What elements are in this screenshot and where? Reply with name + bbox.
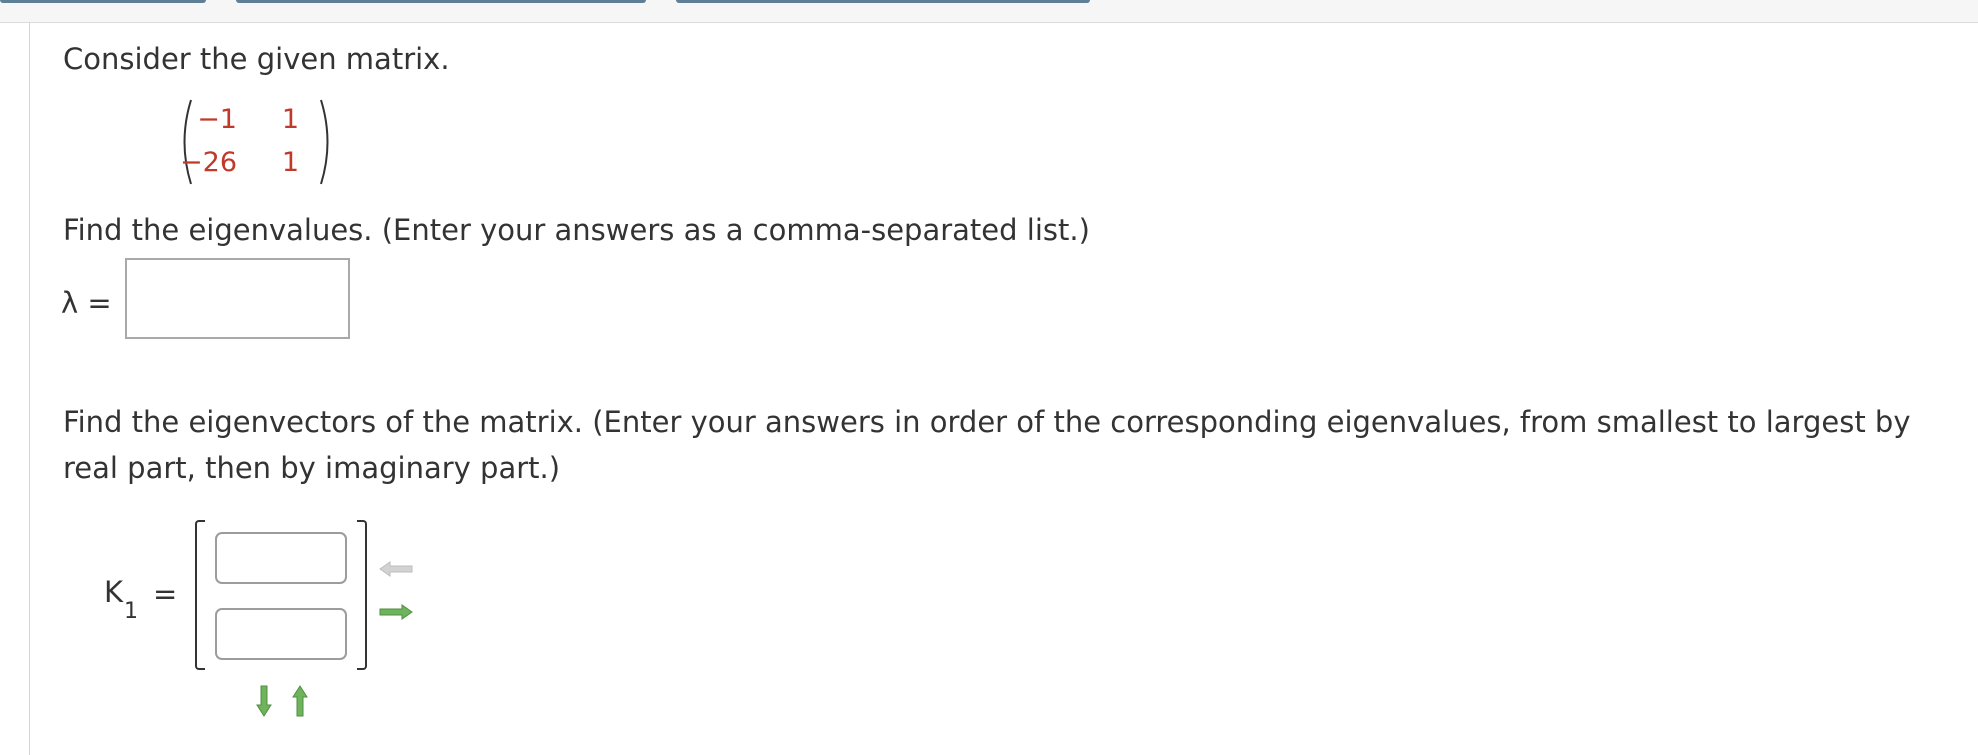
vector-label-main: K: [104, 575, 124, 609]
up-arrow-icon[interactable]: [291, 684, 309, 718]
vector-label-subscript: 1: [124, 599, 138, 624]
eigenvalues-input[interactable]: [125, 258, 350, 339]
matrix-entry: 1: [281, 104, 299, 135]
question-page: Consider the given matrix. −1 1 −26 1 Fi…: [0, 0, 1978, 755]
top-tab[interactable]: [676, 0, 1090, 3]
intro-text: Consider the given matrix.: [63, 42, 450, 76]
eigenvectors-prompt-line1: Find the eigenvectors of the matrix. (En…: [63, 405, 1911, 439]
matrix-entry: −26: [180, 147, 237, 178]
eigenvalues-prompt: Find the eigenvalues. (Enter your answer…: [63, 213, 1090, 247]
eigenvector-component-2-input[interactable]: [215, 608, 347, 660]
lambda-label: λ =: [61, 286, 112, 320]
top-tab[interactable]: [236, 0, 646, 3]
right-parenthesis: [320, 99, 329, 185]
given-matrix: −1 1 −26 1: [176, 98, 336, 186]
left-divider: [29, 22, 30, 755]
left-arrow-icon[interactable]: [378, 560, 414, 578]
vector-left-bracket: [195, 520, 205, 670]
matrix-entry: 1: [281, 147, 299, 178]
vector-label-equals: =: [153, 577, 178, 611]
top-tab-strip: [0, 0, 1978, 23]
vector-right-bracket: [357, 520, 367, 670]
top-tab[interactable]: [0, 0, 206, 3]
eigenvector-component-1-input[interactable]: [215, 532, 347, 584]
matrix-entry: −1: [197, 104, 237, 135]
right-arrow-icon[interactable]: [378, 603, 414, 621]
down-arrow-icon[interactable]: [255, 684, 273, 718]
eigenvectors-prompt-line2: real part, then by imaginary part.): [63, 451, 561, 485]
